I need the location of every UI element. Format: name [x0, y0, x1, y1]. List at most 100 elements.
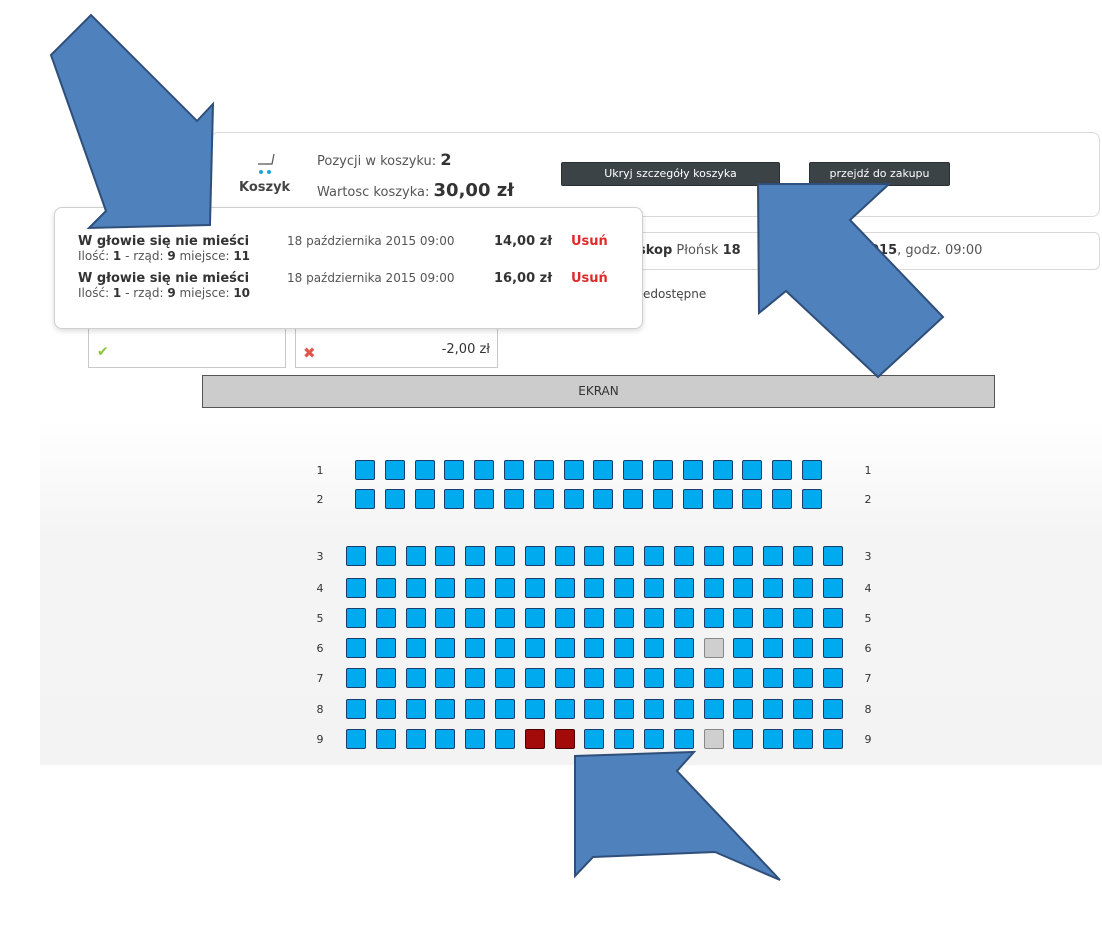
seat-available[interactable]: [644, 668, 664, 688]
remove-item-link[interactable]: Usuń: [571, 234, 608, 249]
seat-available[interactable]: [346, 699, 366, 719]
seat-available[interactable]: [355, 489, 375, 509]
seat-available[interactable]: [435, 699, 455, 719]
seat-available[interactable]: [495, 699, 515, 719]
seat-available[interactable]: [435, 638, 455, 658]
seat-available[interactable]: [704, 699, 724, 719]
seat-available[interactable]: [465, 668, 485, 688]
seat-available[interactable]: [644, 578, 664, 598]
seat-available[interactable]: [644, 608, 664, 628]
seat-available[interactable]: [435, 729, 455, 749]
checkout-button[interactable]: przejdź do zakupu: [809, 162, 950, 186]
seat-available[interactable]: [683, 489, 703, 509]
seat-available[interactable]: [733, 578, 753, 598]
seat-available[interactable]: [772, 489, 792, 509]
seat-available[interactable]: [763, 608, 783, 628]
seat-available[interactable]: [564, 460, 584, 480]
seat-available[interactable]: [435, 668, 455, 688]
seat-available[interactable]: [376, 699, 396, 719]
seat-available[interactable]: [674, 729, 694, 749]
seat-available[interactable]: [584, 578, 604, 598]
seat-available[interactable]: [674, 699, 694, 719]
seat-available[interactable]: [525, 578, 545, 598]
seat-available[interactable]: [614, 668, 634, 688]
seat-available[interactable]: [465, 638, 485, 658]
seat-available[interactable]: [674, 668, 694, 688]
seat-available[interactable]: [346, 608, 366, 628]
seat-available[interactable]: [406, 608, 426, 628]
seat-available[interactable]: [435, 546, 455, 566]
remove-item-link[interactable]: Usuń: [571, 271, 608, 286]
seat-available[interactable]: [793, 638, 813, 658]
seat-available[interactable]: [763, 546, 783, 566]
seat-available[interactable]: [653, 489, 673, 509]
seat-available[interactable]: [525, 546, 545, 566]
seat-available[interactable]: [444, 489, 464, 509]
seat-available[interactable]: [504, 460, 524, 480]
seat-available[interactable]: [346, 668, 366, 688]
seat-available[interactable]: [406, 699, 426, 719]
seat-available[interactable]: [385, 460, 405, 480]
seat-available[interactable]: [763, 578, 783, 598]
seat-available[interactable]: [793, 578, 813, 598]
seat-available[interactable]: [823, 668, 843, 688]
seat-available[interactable]: [474, 489, 494, 509]
seat-available[interactable]: [644, 729, 664, 749]
seat-available[interactable]: [474, 460, 494, 480]
seat-available[interactable]: [823, 608, 843, 628]
seat-available[interactable]: [614, 699, 634, 719]
seat-selected[interactable]: [555, 729, 575, 749]
seat-available[interactable]: [376, 608, 396, 628]
seat-available[interactable]: [742, 489, 762, 509]
seat-available[interactable]: [713, 460, 733, 480]
seat-available[interactable]: [555, 638, 575, 658]
seat-available[interactable]: [793, 546, 813, 566]
seat-available[interactable]: [495, 638, 515, 658]
seat-available[interactable]: [674, 546, 694, 566]
seat-available[interactable]: [763, 729, 783, 749]
seat-available[interactable]: [733, 668, 753, 688]
seat-available[interactable]: [584, 699, 604, 719]
seat-available[interactable]: [733, 546, 753, 566]
seat-available[interactable]: [823, 578, 843, 598]
seat-available[interactable]: [555, 546, 575, 566]
seat-available[interactable]: [346, 578, 366, 598]
seat-available[interactable]: [534, 489, 554, 509]
seat-available[interactable]: [525, 699, 545, 719]
seat-available[interactable]: [465, 546, 485, 566]
seat-available[interactable]: [802, 489, 822, 509]
seat-available[interactable]: [704, 608, 724, 628]
seat-available[interactable]: [614, 546, 634, 566]
seat-available[interactable]: [406, 729, 426, 749]
seat-available[interactable]: [644, 699, 664, 719]
seat-available[interactable]: [674, 578, 694, 598]
seat-available[interactable]: [644, 546, 664, 566]
seat-available[interactable]: [495, 546, 515, 566]
seat-available[interactable]: [614, 578, 634, 598]
seat-available[interactable]: [733, 638, 753, 658]
seat-available[interactable]: [704, 668, 724, 688]
seat-available[interactable]: [406, 546, 426, 566]
seat-available[interactable]: [713, 489, 733, 509]
seat-available[interactable]: [495, 668, 515, 688]
seat-available[interactable]: [376, 638, 396, 658]
seat-available[interactable]: [823, 699, 843, 719]
seat-available[interactable]: [793, 699, 813, 719]
seat-available[interactable]: [465, 578, 485, 598]
seat-available[interactable]: [793, 729, 813, 749]
seat-available[interactable]: [704, 578, 724, 598]
seat-available[interactable]: [564, 489, 584, 509]
seat-available[interactable]: [614, 638, 634, 658]
seat-available[interactable]: [593, 460, 613, 480]
seat-available[interactable]: [495, 578, 515, 598]
seat-available[interactable]: [733, 729, 753, 749]
seat-available[interactable]: [644, 638, 664, 658]
seat-available[interactable]: [614, 608, 634, 628]
seat-available[interactable]: [763, 699, 783, 719]
seat-available[interactable]: [704, 546, 724, 566]
seat-available[interactable]: [444, 460, 464, 480]
seat-available[interactable]: [465, 608, 485, 628]
seat-available[interactable]: [823, 546, 843, 566]
seat-available[interactable]: [406, 578, 426, 598]
seat-available[interactable]: [465, 729, 485, 749]
